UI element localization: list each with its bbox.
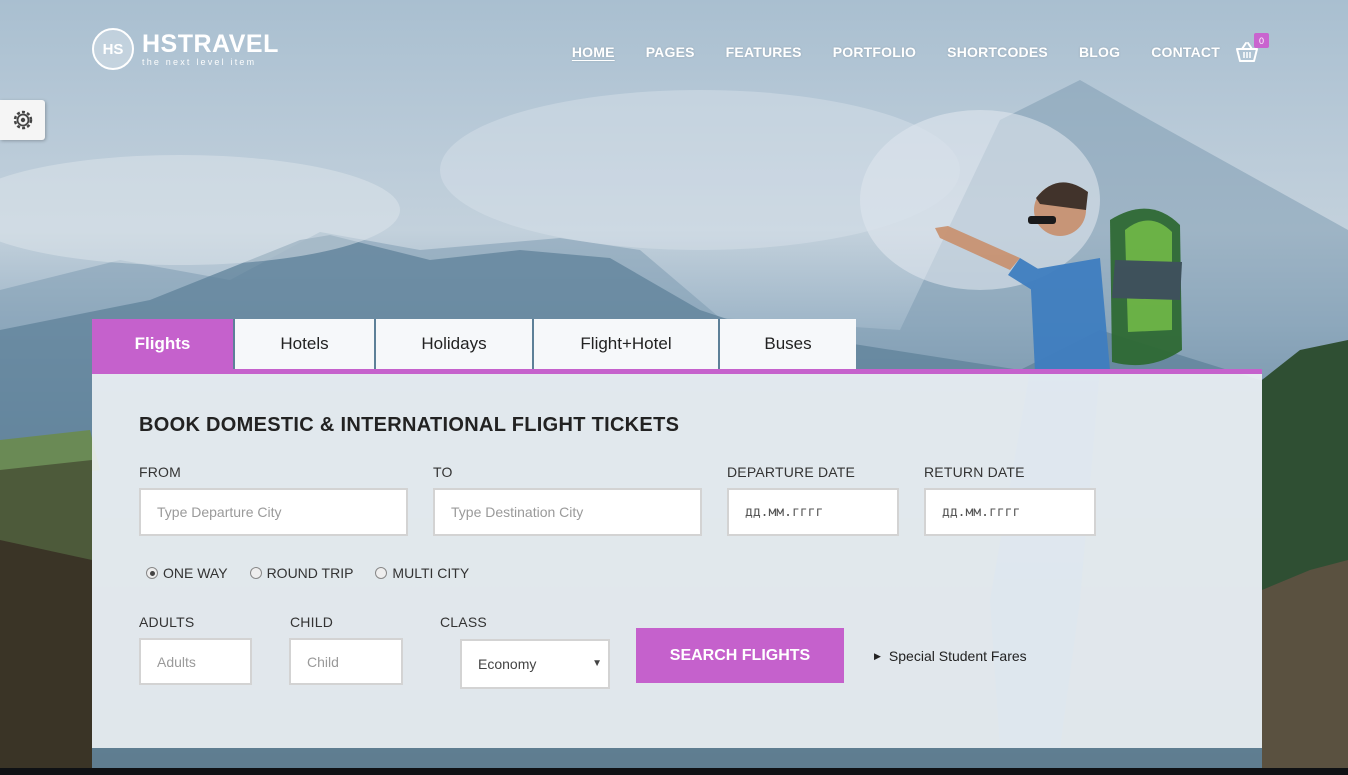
to-input[interactable]	[433, 488, 702, 536]
from-input[interactable]	[139, 488, 408, 536]
radio-multi-city-label: MULTI CITY	[392, 565, 470, 581]
gear-icon	[13, 110, 32, 130]
radio-dot-selected[interactable]	[146, 567, 158, 579]
to-label: TO	[433, 464, 453, 480]
panel-title: BOOK DOMESTIC & INTERNATIONAL FLIGHT TIC…	[139, 414, 680, 436]
tab-buses[interactable]: Buses	[720, 319, 856, 369]
tab-flight-hotel[interactable]: Flight+Hotel	[534, 319, 720, 369]
return-date-label: RETURN DATE	[924, 464, 1025, 480]
search-flights-button[interactable]: SEARCH FLIGHTS	[636, 628, 844, 683]
trip-type-group: ONE WAY ROUND TRIP MULTI CITY	[146, 565, 491, 581]
cart-count-badge: 0	[1254, 33, 1269, 48]
settings-toggle[interactable]	[0, 100, 45, 140]
bottom-strip	[0, 768, 1348, 775]
main-nav: HOME PAGES FEATURES PORTFOLIO SHORTCODES…	[541, 44, 1220, 60]
nav-portfolio[interactable]: PORTFOLIO	[833, 44, 916, 60]
child-input[interactable]	[289, 638, 403, 685]
tab-flights[interactable]: Flights	[92, 319, 235, 369]
flight-search-panel: BOOK DOMESTIC & INTERNATIONAL FLIGHT TIC…	[92, 374, 1262, 748]
radio-dot[interactable]	[375, 567, 388, 579]
adults-label: ADULTS	[139, 614, 195, 630]
dropdown-arrow-icon: ▼	[592, 658, 602, 669]
logo-tagline: the next level item	[142, 57, 257, 67]
class-label: CLASS	[440, 614, 487, 630]
return-date-input[interactable]: дд.мм.гггг	[924, 488, 1096, 536]
nav-blog[interactable]: BLOG	[1079, 44, 1120, 60]
nav-pages[interactable]: PAGES	[646, 44, 695, 60]
logo-name: HSTRAVEL	[142, 30, 279, 58]
child-label: CHILD	[290, 614, 334, 630]
booking-tabs: Flights Hotels Holidays Flight+Hotel Bus…	[92, 319, 856, 369]
radio-round-trip[interactable]: ROUND TRIP	[249, 565, 354, 581]
class-select-value: Economy	[478, 656, 537, 672]
special-student-fares-label: Special Student Fares	[888, 648, 1027, 664]
site-logo[interactable]: HS HSTRAVEL the next level item	[92, 28, 279, 70]
logo-badge: HS	[92, 28, 134, 70]
nav-contact[interactable]: CONTACT	[1151, 44, 1220, 60]
nav-shortcodes[interactable]: SHORTCODES	[947, 44, 1048, 60]
radio-dot[interactable]	[249, 567, 262, 579]
caret-right-icon: ▶	[874, 650, 881, 661]
from-label: FROM	[139, 464, 182, 480]
class-select[interactable]: Economy ▼	[460, 639, 610, 689]
tab-hotels[interactable]: Hotels	[235, 319, 376, 369]
radio-one-way-label: ONE WAY	[163, 565, 228, 581]
adults-input[interactable]	[139, 638, 252, 685]
nav-home[interactable]: HOME	[572, 44, 615, 60]
tab-holidays[interactable]: Holidays	[376, 319, 534, 369]
nav-features[interactable]: FEATURES	[726, 44, 802, 60]
radio-one-way[interactable]: ONE WAY	[146, 565, 228, 581]
radio-round-trip-label: ROUND TRIP	[266, 565, 354, 581]
radio-multi-city[interactable]: MULTI CITY	[375, 565, 469, 581]
departure-date-input[interactable]: дд.мм.гггг	[727, 488, 899, 536]
departure-date-label: DEPARTURE DATE	[727, 464, 856, 480]
special-student-fares-link[interactable]: ▶ Special Student Fares	[874, 648, 1027, 664]
